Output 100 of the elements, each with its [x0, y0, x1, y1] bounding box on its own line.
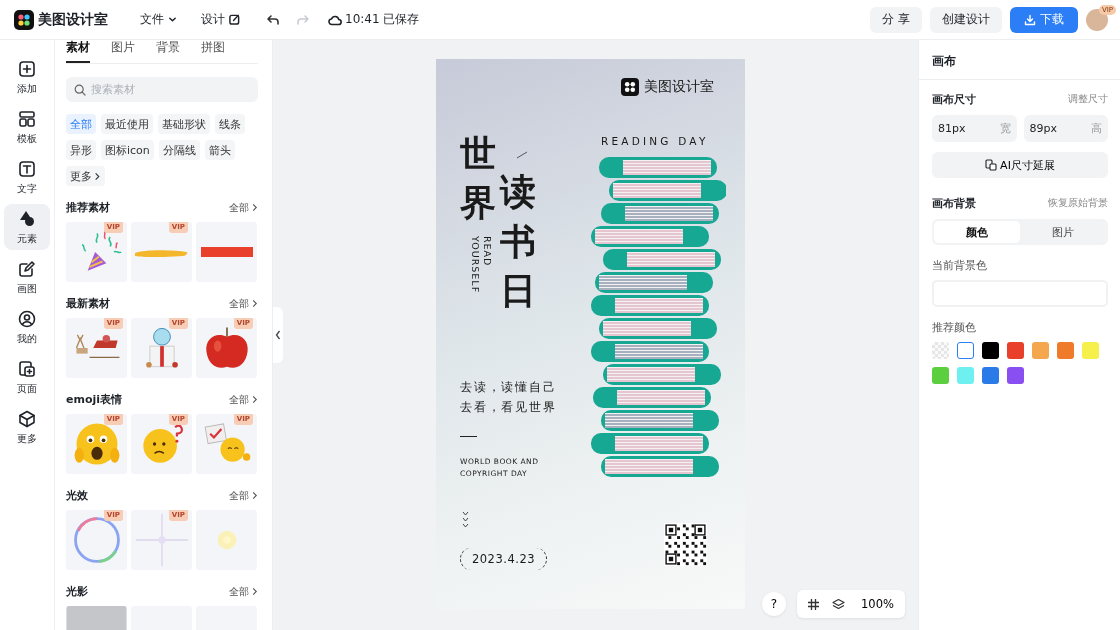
stripe-drawing: [200, 247, 253, 257]
tab[interactable]: 拼图: [201, 40, 225, 63]
app-logo-icon: [14, 9, 34, 30]
asset-tile[interactable]: [196, 222, 257, 282]
save-status: 10:41 已保存: [345, 11, 420, 28]
resize-icon: [985, 159, 998, 171]
see-all-link[interactable]: 全部: [229, 200, 258, 215]
filter-chip[interactable]: 箭头: [204, 140, 235, 160]
filter-chip[interactable]: 最近使用: [101, 114, 153, 134]
qr-code-icon: [664, 523, 707, 566]
resize-link[interactable]: 调整尺寸: [1068, 93, 1108, 106]
poster-tagline: READING DAY: [601, 135, 709, 147]
poster-date: 2023.4.23: [460, 548, 547, 570]
color-swatch[interactable]: [1057, 342, 1074, 359]
vertical-caption: READ: [481, 236, 493, 267]
pencil-icon: [17, 258, 37, 279]
download-button[interactable]: 下载: [1010, 6, 1078, 33]
color-swatch[interactable]: [957, 342, 974, 359]
redo-icon: [296, 12, 310, 27]
sidebar-item[interactable]: 添加: [4, 54, 50, 100]
chevrons-down-icon: [462, 511, 469, 529]
download-icon: [1024, 13, 1036, 26]
color-swatch[interactable]: [1082, 342, 1099, 359]
sidebar-item[interactable]: 元素: [4, 204, 50, 250]
collapse-handle[interactable]: [273, 307, 283, 363]
color-swatch[interactable]: [1007, 367, 1024, 384]
sidebar-item[interactable]: 更多: [4, 404, 50, 450]
vertical-caption: YOURSELF: [469, 236, 481, 294]
poster-logo-text: 美图设计室: [644, 78, 714, 96]
chevron-right-icon: [93, 171, 101, 181]
filter-chip[interactable]: 全部: [66, 114, 96, 134]
color-swatch[interactable]: [982, 367, 999, 384]
color-swatch[interactable]: [1007, 342, 1024, 359]
field-label: 推荐颜色: [932, 321, 977, 335]
filter-chip[interactable]: 图标icon: [101, 140, 154, 160]
toolbar-button[interactable]: 创建设计: [930, 6, 1002, 33]
sparkle-drawing: [133, 512, 190, 568]
color-swatch[interactable]: [982, 342, 999, 359]
segment-tab[interactable]: 颜色: [934, 221, 1020, 243]
width-field[interactable]: 81px 宽: [932, 115, 1017, 142]
see-all-link[interactable]: 全部: [229, 392, 258, 407]
sidebar-item[interactable]: 页面: [4, 354, 50, 400]
chevron-left-icon: [275, 330, 281, 340]
color-swatch[interactable]: [957, 367, 974, 384]
transparent-swatch[interactable]: [932, 342, 949, 359]
filter-chip[interactable]: 分隔线: [158, 140, 200, 160]
height-field[interactable]: 89px 高: [1023, 115, 1108, 142]
unit-label: 宽: [999, 121, 1011, 136]
see-all-link[interactable]: 全部: [229, 584, 258, 599]
search-icon: [74, 83, 86, 96]
sidebar-item[interactable]: 我的: [4, 304, 50, 350]
user-icon: [17, 308, 37, 329]
color-swatch[interactable]: [932, 367, 949, 384]
menu-button[interactable]: 设计: [195, 7, 246, 32]
slash-icon: [516, 151, 528, 159]
filter-chip[interactable]: 异形: [66, 140, 96, 160]
search-field[interactable]: 搜索素材: [66, 77, 258, 102]
ai-extend-button[interactable]: AI尺寸延展: [932, 152, 1108, 178]
restore-link[interactable]: 恢复原始背景: [1048, 197, 1108, 210]
chevron-right-icon: [251, 395, 258, 404]
sidebar-item[interactable]: 画图: [4, 254, 50, 300]
tab[interactable]: 图片: [111, 40, 135, 63]
color-swatch[interactable]: [1032, 342, 1049, 359]
height-input[interactable]: 89px: [1029, 115, 1080, 142]
tab[interactable]: 背景: [156, 40, 180, 63]
filter-chip[interactable]: 基础形状: [158, 114, 210, 134]
brush-stroke-drawing: [135, 247, 188, 257]
edit-icon: [229, 14, 240, 25]
field-label: 当前背景色: [932, 259, 988, 273]
filter-chip[interactable]: 更多: [66, 166, 105, 186]
filter-chip[interactable]: 线条: [215, 114, 245, 134]
width-input[interactable]: 81px: [938, 115, 988, 142]
undo-icon: [266, 12, 280, 27]
see-all-link[interactable]: 全部: [229, 296, 258, 311]
see-all-link[interactable]: 全部: [229, 488, 258, 503]
grid-icon: [807, 597, 820, 611]
toolbar-button[interactable]: 分 享: [870, 6, 922, 33]
section-title: 推荐素材: [66, 200, 110, 215]
asset-tile[interactable]: [196, 510, 257, 570]
search-input[interactable]: 搜索素材: [91, 77, 241, 102]
sidebar-item[interactable]: 文字: [4, 154, 50, 200]
chevron-right-icon: [251, 203, 258, 212]
poster-title: 读书日: [500, 169, 536, 314]
tab[interactable]: 素材: [66, 40, 90, 63]
logo-icon: [621, 78, 639, 96]
poster-slogan: 去读，读懂自己: [460, 379, 557, 396]
unit-label: 高: [1091, 121, 1102, 136]
chevron-right-icon: [251, 587, 258, 596]
section-title: 光影: [66, 584, 88, 599]
zoom-level[interactable]: 100%: [859, 595, 896, 613]
page-plus-icon: [17, 358, 37, 379]
panel-title: 画布: [919, 40, 1120, 80]
section-title: emoji表情: [66, 392, 123, 407]
cloud-icon: [328, 13, 342, 26]
menu-button[interactable]: 文件: [134, 7, 183, 32]
segment-tab[interactable]: 图片: [1020, 221, 1106, 243]
help-button[interactable]: ?: [762, 592, 786, 616]
section-title: 最新素材: [66, 296, 110, 311]
sidebar-item[interactable]: 模板: [4, 104, 50, 150]
chevron-right-icon: [251, 299, 258, 308]
